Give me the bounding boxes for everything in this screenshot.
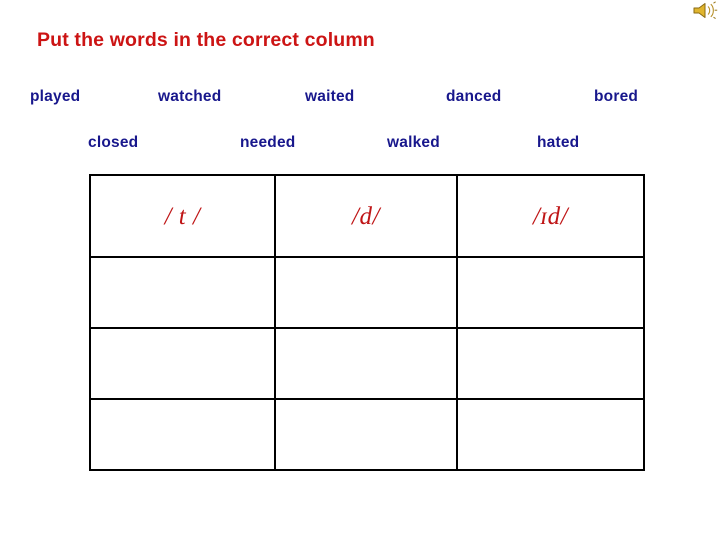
word-closed[interactable]: closed	[88, 134, 138, 152]
table-cell-id-3[interactable]	[456, 398, 645, 471]
phoneme-id: /ɪd/	[532, 202, 569, 230]
table-cell-id-2[interactable]	[456, 327, 645, 400]
word-hated[interactable]: hated	[537, 134, 579, 152]
word-danced[interactable]: danced	[446, 88, 501, 106]
table-cell-d-1[interactable]	[274, 256, 458, 329]
table-row	[89, 327, 645, 400]
word-bank-row-1: played watched waited danced bored	[0, 88, 720, 110]
table-cell-id-1[interactable]	[456, 256, 645, 329]
table-cell-t-1[interactable]	[89, 256, 276, 329]
table-row	[89, 398, 645, 471]
word-walked[interactable]: walked	[387, 134, 440, 152]
word-needed[interactable]: needed	[240, 134, 295, 152]
table-header-row: / t / /d/ /ɪd/	[89, 174, 645, 258]
word-bank-row-2: closed needed walked hated	[0, 134, 720, 156]
table-header-cell-d[interactable]: /d/	[274, 174, 458, 258]
page-title: Put the words in the correct column	[37, 29, 375, 51]
phoneme-d: /d/	[352, 202, 380, 230]
table-cell-d-3[interactable]	[274, 398, 458, 471]
speaker-sound-icon[interactable]	[692, 1, 718, 20]
word-bored[interactable]: bored	[594, 88, 638, 106]
word-watched[interactable]: watched	[158, 88, 221, 106]
word-waited[interactable]: waited	[305, 88, 354, 106]
table-row	[89, 256, 645, 329]
word-played[interactable]: played	[30, 88, 80, 106]
phoneme-t: / t /	[164, 202, 201, 230]
table-cell-t-3[interactable]	[89, 398, 276, 471]
table-cell-t-2[interactable]	[89, 327, 276, 400]
table-header-cell-t[interactable]: / t /	[89, 174, 276, 258]
slide-canvas: Put the words in the correct column play…	[0, 0, 720, 540]
table-header-cell-id[interactable]: /ɪd/	[456, 174, 645, 258]
sorting-table: / t / /d/ /ɪd/	[89, 174, 645, 471]
table-cell-d-2[interactable]	[274, 327, 458, 400]
